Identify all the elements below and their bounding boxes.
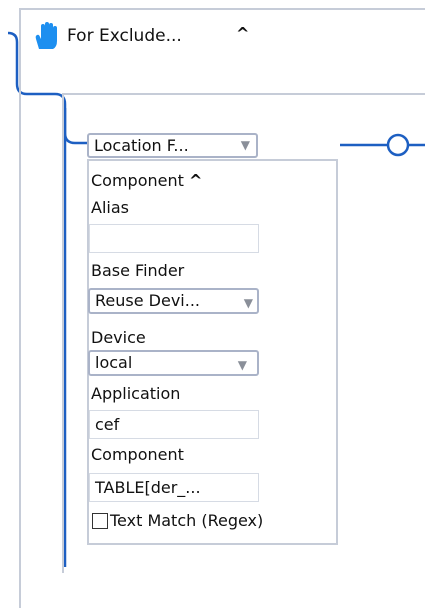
component-label: Component bbox=[91, 445, 184, 464]
text-match-row: Text Match (Regex) bbox=[92, 511, 263, 530]
application-input[interactable]: cef bbox=[89, 410, 259, 439]
application-label: Application bbox=[91, 384, 181, 403]
component-section-header[interactable]: Component ^ bbox=[91, 171, 202, 190]
collapse-caret-icon[interactable]: ^ bbox=[189, 171, 202, 190]
device-select[interactable]: local ▼ bbox=[88, 350, 259, 376]
text-match-checkbox[interactable] bbox=[92, 512, 108, 529]
base-finder-select[interactable]: Reuse Devi... ▼ bbox=[88, 288, 259, 314]
dropdown-arrow-icon: ▼ bbox=[237, 358, 247, 372]
location-finder-select[interactable]: Location F... ▼ bbox=[87, 133, 258, 158]
component-input[interactable]: TABLE[der_... bbox=[89, 473, 259, 502]
hand-icon bbox=[35, 22, 57, 49]
base-finder-value: Reuse Devi... bbox=[95, 291, 200, 310]
dropdown-arrow-icon: ▼ bbox=[240, 138, 250, 152]
device-value: local bbox=[95, 353, 133, 372]
text-match-label[interactable]: Text Match (Regex) bbox=[110, 511, 263, 530]
dropdown-arrow-icon: ▼ bbox=[243, 296, 253, 310]
base-finder-label: Base Finder bbox=[91, 261, 185, 280]
location-finder-value: Location F... bbox=[94, 136, 189, 155]
alias-label: Alias bbox=[91, 198, 129, 217]
collapse-caret-icon[interactable]: ^ bbox=[236, 24, 249, 43]
device-label: Device bbox=[91, 328, 146, 347]
node-title[interactable]: For Exclude... bbox=[67, 26, 182, 46]
alias-input[interactable] bbox=[89, 224, 259, 253]
